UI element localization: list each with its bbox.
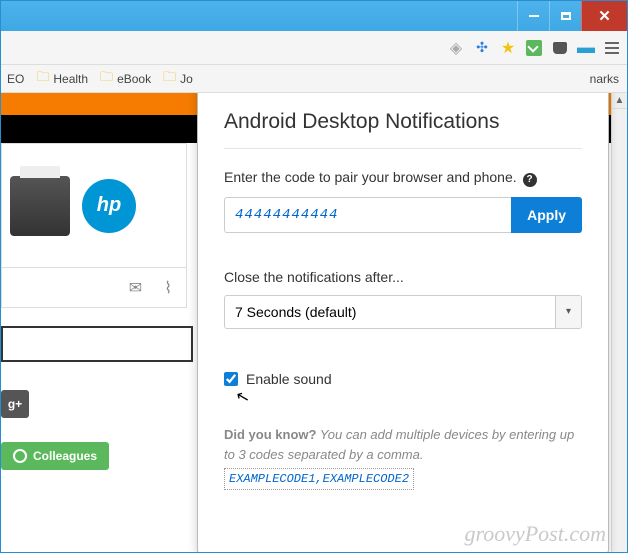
did-you-know-text: Did you know? You can add multiple devic… — [224, 425, 582, 490]
example-code: EXAMPLECODE1,EXAMPLECODE2 — [224, 468, 414, 490]
bookmark-star-icon[interactable]: ★ — [499, 39, 517, 57]
scroll-up-button[interactable]: ▲ — [612, 93, 627, 109]
bookmark-cut-right: narks — [590, 72, 619, 86]
bookmark-folder-jo[interactable]: 🗀Jo — [163, 68, 193, 90]
printer-icon — [10, 176, 70, 236]
divider — [224, 148, 582, 149]
circle-icon — [13, 449, 27, 463]
duration-select[interactable]: 7 Seconds (default) — [224, 295, 582, 329]
evernote-extension-icon[interactable] — [525, 39, 543, 57]
action-icon-row: ✉ ⌇ — [1, 268, 187, 308]
mail-icon[interactable]: ✉ — [129, 278, 142, 298]
pair-code-input[interactable] — [224, 197, 511, 233]
window-titlebar: ✕ — [1, 1, 627, 31]
enable-sound-row[interactable]: Enable sound ↖ — [224, 371, 582, 387]
share-icon[interactable]: ✣ — [473, 39, 491, 57]
colleagues-button[interactable]: Colleagues — [1, 442, 109, 470]
close-after-label: Close the notifications after... — [224, 269, 582, 285]
pair-instruction: Enter the code to pair your browser and … — [224, 169, 582, 187]
enable-sound-label: Enable sound — [246, 371, 332, 387]
google-plus-icon[interactable]: g+ — [1, 390, 29, 418]
bookmarks-bar: EO 🗀Health 🗀eBook 🗀Jo narks — [1, 65, 627, 93]
bookmark-cut-left: EO — [7, 72, 24, 86]
help-icon[interactable]: ? — [523, 173, 537, 187]
hamburger-menu-icon[interactable] — [603, 39, 621, 57]
extension-popup: Android Desktop Notifications Enter the … — [197, 93, 609, 552]
rss-icon[interactable]: ⌇ — [164, 278, 172, 298]
pocket-extension-icon[interactable] — [551, 39, 569, 57]
window-minimize-button[interactable] — [517, 1, 549, 31]
apply-button[interactable]: Apply — [511, 197, 582, 233]
folder-icon: 🗀 — [100, 68, 113, 90]
vertical-scrollbar[interactable]: ▲ — [611, 93, 627, 552]
cursor-icon: ↖ — [234, 386, 252, 409]
browser-toolbar: ◈ ✣ ★ ▬ — [1, 31, 627, 65]
hp-ad-box[interactable]: hp — [1, 143, 187, 268]
bookmark-folder-ebook[interactable]: 🗀eBook — [100, 68, 151, 90]
hp-logo: hp — [82, 179, 136, 233]
window-maximize-button[interactable] — [549, 1, 581, 31]
bookmark-folder-health[interactable]: 🗀Health — [36, 68, 88, 90]
page-content: 🔍 ▲ hp ✉ ⌇ Search g+ Colleagues Android … — [1, 93, 627, 552]
enable-sound-checkbox[interactable] — [224, 372, 238, 386]
folder-icon: 🗀 — [36, 68, 49, 90]
notification-extension-icon[interactable]: ▬ — [577, 39, 595, 57]
site-search-input[interactable] — [1, 326, 193, 362]
folder-icon: 🗀 — [163, 68, 176, 90]
popup-arrow — [549, 93, 569, 95]
window-close-button[interactable]: ✕ — [581, 1, 627, 31]
shield-icon[interactable]: ◈ — [447, 39, 465, 57]
popup-title: Android Desktop Notifications — [224, 110, 582, 134]
